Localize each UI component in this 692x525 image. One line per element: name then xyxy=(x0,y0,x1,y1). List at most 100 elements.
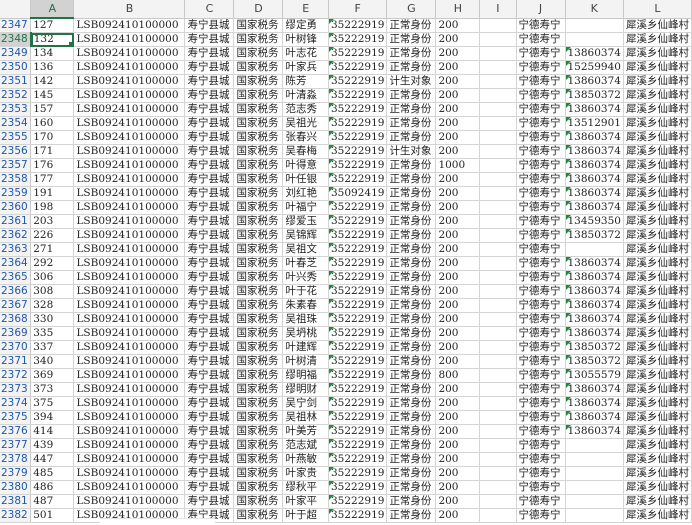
cell-b[interactable]: LSB092410100000 xyxy=(73,494,186,509)
cell-k[interactable] xyxy=(565,466,624,481)
column-header-f[interactable]: F xyxy=(328,0,388,19)
cell-k[interactable]: 13860374 xyxy=(565,186,624,201)
cell-j[interactable]: 宁德寿宁 xyxy=(516,382,566,397)
cell-h[interactable]: 200 xyxy=(435,326,481,341)
row-header[interactable]: 2369 xyxy=(0,326,32,341)
row-header[interactable]: 2357 xyxy=(0,158,32,173)
cell-c[interactable]: 寿宁县城 xyxy=(184,494,235,509)
cell-l[interactable]: 犀溪乡仙峰村 xyxy=(623,32,692,47)
row-header[interactable]: 2382 xyxy=(0,508,32,523)
cell-h[interactable]: 200 xyxy=(435,228,481,243)
cell-l[interactable]: 犀溪乡仙峰村 xyxy=(623,144,692,159)
cell-k[interactable]: 13860374 xyxy=(565,256,624,271)
cell-e[interactable]: 叶于超 xyxy=(282,508,329,523)
row-header[interactable]: 2359 xyxy=(0,186,32,201)
cell-l[interactable]: 犀溪乡仙峰村 xyxy=(623,326,692,341)
cell-f[interactable]: 35222919 xyxy=(328,424,388,439)
cell-h[interactable]: 200 xyxy=(435,18,481,33)
cell-b[interactable]: LSB092410100000 xyxy=(73,60,186,75)
cell-k[interactable]: 13850372 xyxy=(565,340,624,355)
cell-g[interactable]: 计生对象 xyxy=(386,74,437,89)
cell-k[interactable]: 13860374 xyxy=(565,102,624,117)
cell-d[interactable]: 国家税务 xyxy=(233,368,284,383)
cell-i[interactable] xyxy=(479,116,517,131)
cell-j[interactable]: 宁德寿宁 xyxy=(516,326,566,341)
cell-f[interactable]: 35222919 xyxy=(328,46,388,61)
cell-d[interactable]: 国家税务 xyxy=(233,116,284,131)
cell-a[interactable]: 487 xyxy=(30,494,75,509)
cell-k[interactable] xyxy=(565,494,624,509)
cell-c[interactable]: 寿宁县城 xyxy=(184,186,235,201)
cell-j[interactable]: 宁德寿宁 xyxy=(516,354,566,369)
cell-l[interactable]: 犀溪乡仙峰村 xyxy=(623,18,692,33)
cell-i[interactable] xyxy=(479,228,517,243)
cell-e[interactable]: 叶得意 xyxy=(282,158,329,173)
cell-g[interactable]: 正常身份 xyxy=(386,186,437,201)
cell-l[interactable]: 犀溪乡仙峰村 xyxy=(623,340,692,355)
cell-d[interactable]: 国家税务 xyxy=(233,354,284,369)
cell-a[interactable]: 191 xyxy=(30,186,75,201)
cell-h[interactable]: 200 xyxy=(435,74,481,89)
cell-i[interactable] xyxy=(479,396,517,411)
cell-k[interactable] xyxy=(565,32,624,47)
cell-i[interactable] xyxy=(479,480,517,495)
cell-i[interactable] xyxy=(479,438,517,453)
cell-b[interactable]: LSB092410100000 xyxy=(73,354,186,369)
cell-k[interactable]: 15259940 xyxy=(565,60,624,75)
cell-d[interactable]: 国家税务 xyxy=(233,494,284,509)
row-header[interactable]: 2355 xyxy=(0,130,32,145)
cell-j[interactable]: 宁德寿宁 xyxy=(516,158,566,173)
cell-k[interactable] xyxy=(565,508,624,523)
cell-a[interactable]: 157 xyxy=(30,102,75,117)
cell-b[interactable]: LSB092410100000 xyxy=(73,158,186,173)
row-header[interactable]: 2380 xyxy=(0,480,32,495)
cell-a[interactable]: 292 xyxy=(30,256,75,271)
cell-j[interactable]: 宁德寿宁 xyxy=(516,368,566,383)
cell-a[interactable]: 136 xyxy=(30,60,75,75)
cell-b[interactable]: LSB092410100000 xyxy=(73,46,186,61)
cell-f[interactable]: 35222919 xyxy=(328,228,388,243)
cell-l[interactable]: 犀溪乡仙峰村 xyxy=(623,396,692,411)
cell-f[interactable]: 35222919 xyxy=(328,18,388,33)
cell-c[interactable]: 寿宁县城 xyxy=(184,228,235,243)
cell-b[interactable]: LSB092410100000 xyxy=(73,284,186,299)
cell-g[interactable]: 正常身份 xyxy=(386,46,437,61)
cell-f[interactable]: 35222919 xyxy=(328,60,388,75)
cell-i[interactable] xyxy=(479,186,517,201)
cell-f[interactable]: 35222919 xyxy=(328,256,388,271)
cell-g[interactable]: 正常身份 xyxy=(386,270,437,285)
cell-f[interactable]: 35222919 xyxy=(328,452,388,467)
cell-g[interactable]: 正常身份 xyxy=(386,368,437,383)
cell-e[interactable]: 叶家兵 xyxy=(282,60,329,75)
cell-i[interactable] xyxy=(479,284,517,299)
cell-f[interactable]: 35222919 xyxy=(328,480,388,495)
cell-h[interactable]: 200 xyxy=(435,88,481,103)
cell-b[interactable]: LSB092410100000 xyxy=(73,396,186,411)
cell-j[interactable]: 宁德寿宁 xyxy=(516,214,566,229)
cell-g[interactable]: 正常身份 xyxy=(386,130,437,145)
cell-g[interactable]: 正常身份 xyxy=(386,242,437,257)
cell-i[interactable] xyxy=(479,214,517,229)
cell-k[interactable]: 13860374 xyxy=(565,172,624,187)
cell-b[interactable]: LSB092410100000 xyxy=(73,312,186,327)
cell-b[interactable]: LSB092410100000 xyxy=(73,438,186,453)
cell-d[interactable]: 国家税务 xyxy=(233,32,284,47)
cell-j[interactable]: 宁德寿宁 xyxy=(516,144,566,159)
cell-l[interactable]: 犀溪乡仙峰村 xyxy=(623,116,692,131)
cell-g[interactable]: 正常身份 xyxy=(386,438,437,453)
cell-c[interactable]: 寿宁县城 xyxy=(184,354,235,369)
row-header[interactable]: 2371 xyxy=(0,354,32,369)
cell-k[interactable]: 13850372 xyxy=(565,228,624,243)
row-header[interactable]: 2360 xyxy=(0,200,32,215)
cell-l[interactable]: 犀溪乡仙峰村 xyxy=(623,172,692,187)
cell-l[interactable]: 犀溪乡仙峰村 xyxy=(623,46,692,61)
cell-f[interactable]: 35222919 xyxy=(328,354,388,369)
cell-j[interactable]: 宁德寿宁 xyxy=(516,508,566,523)
column-header-g[interactable]: G xyxy=(386,0,437,19)
cell-e[interactable]: 范志秀 xyxy=(282,102,329,117)
cell-d[interactable]: 国家税务 xyxy=(233,214,284,229)
cell-c[interactable]: 寿宁县城 xyxy=(184,158,235,173)
cell-d[interactable]: 国家税务 xyxy=(233,46,284,61)
cell-g[interactable]: 正常身份 xyxy=(386,354,437,369)
cell-l[interactable]: 犀溪乡仙峰村 xyxy=(623,480,692,495)
